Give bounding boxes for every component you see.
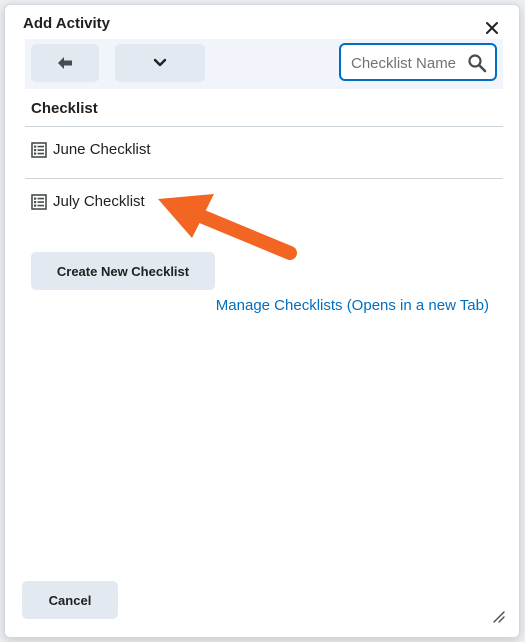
checklist-icon (31, 142, 47, 158)
cancel-button[interactable]: Cancel (22, 581, 118, 619)
dialog-title: Add Activity (23, 15, 110, 32)
toolbar (25, 39, 503, 89)
resize-grip-icon[interactable] (493, 611, 505, 623)
divider (25, 126, 503, 127)
back-button[interactable] (31, 44, 99, 82)
list-header: Checklist (31, 100, 98, 117)
divider (25, 178, 503, 179)
create-new-checklist-button[interactable]: Create New Checklist (31, 252, 215, 290)
manage-checklists-link[interactable]: Manage Checklists (Opens in a new Tab) (216, 297, 489, 314)
list-item-june-checklist[interactable]: June Checklist (25, 128, 503, 178)
chevron-down-icon (153, 58, 167, 67)
search-input[interactable] (351, 53, 463, 73)
search-icon[interactable] (467, 53, 487, 73)
list-item-label: June Checklist (53, 141, 151, 158)
close-button[interactable] (481, 17, 503, 39)
checklist-icon (31, 194, 47, 210)
arrow-left-icon (58, 57, 72, 69)
add-activity-dialog: Add Activity Checklist Name Checklist Ju… (4, 4, 520, 638)
close-icon (486, 22, 498, 34)
list-item-label: July Checklist (53, 193, 145, 210)
list-item-july-checklist[interactable]: July Checklist (25, 180, 503, 230)
search-box (339, 43, 497, 81)
dropdown-button[interactable] (115, 44, 205, 82)
